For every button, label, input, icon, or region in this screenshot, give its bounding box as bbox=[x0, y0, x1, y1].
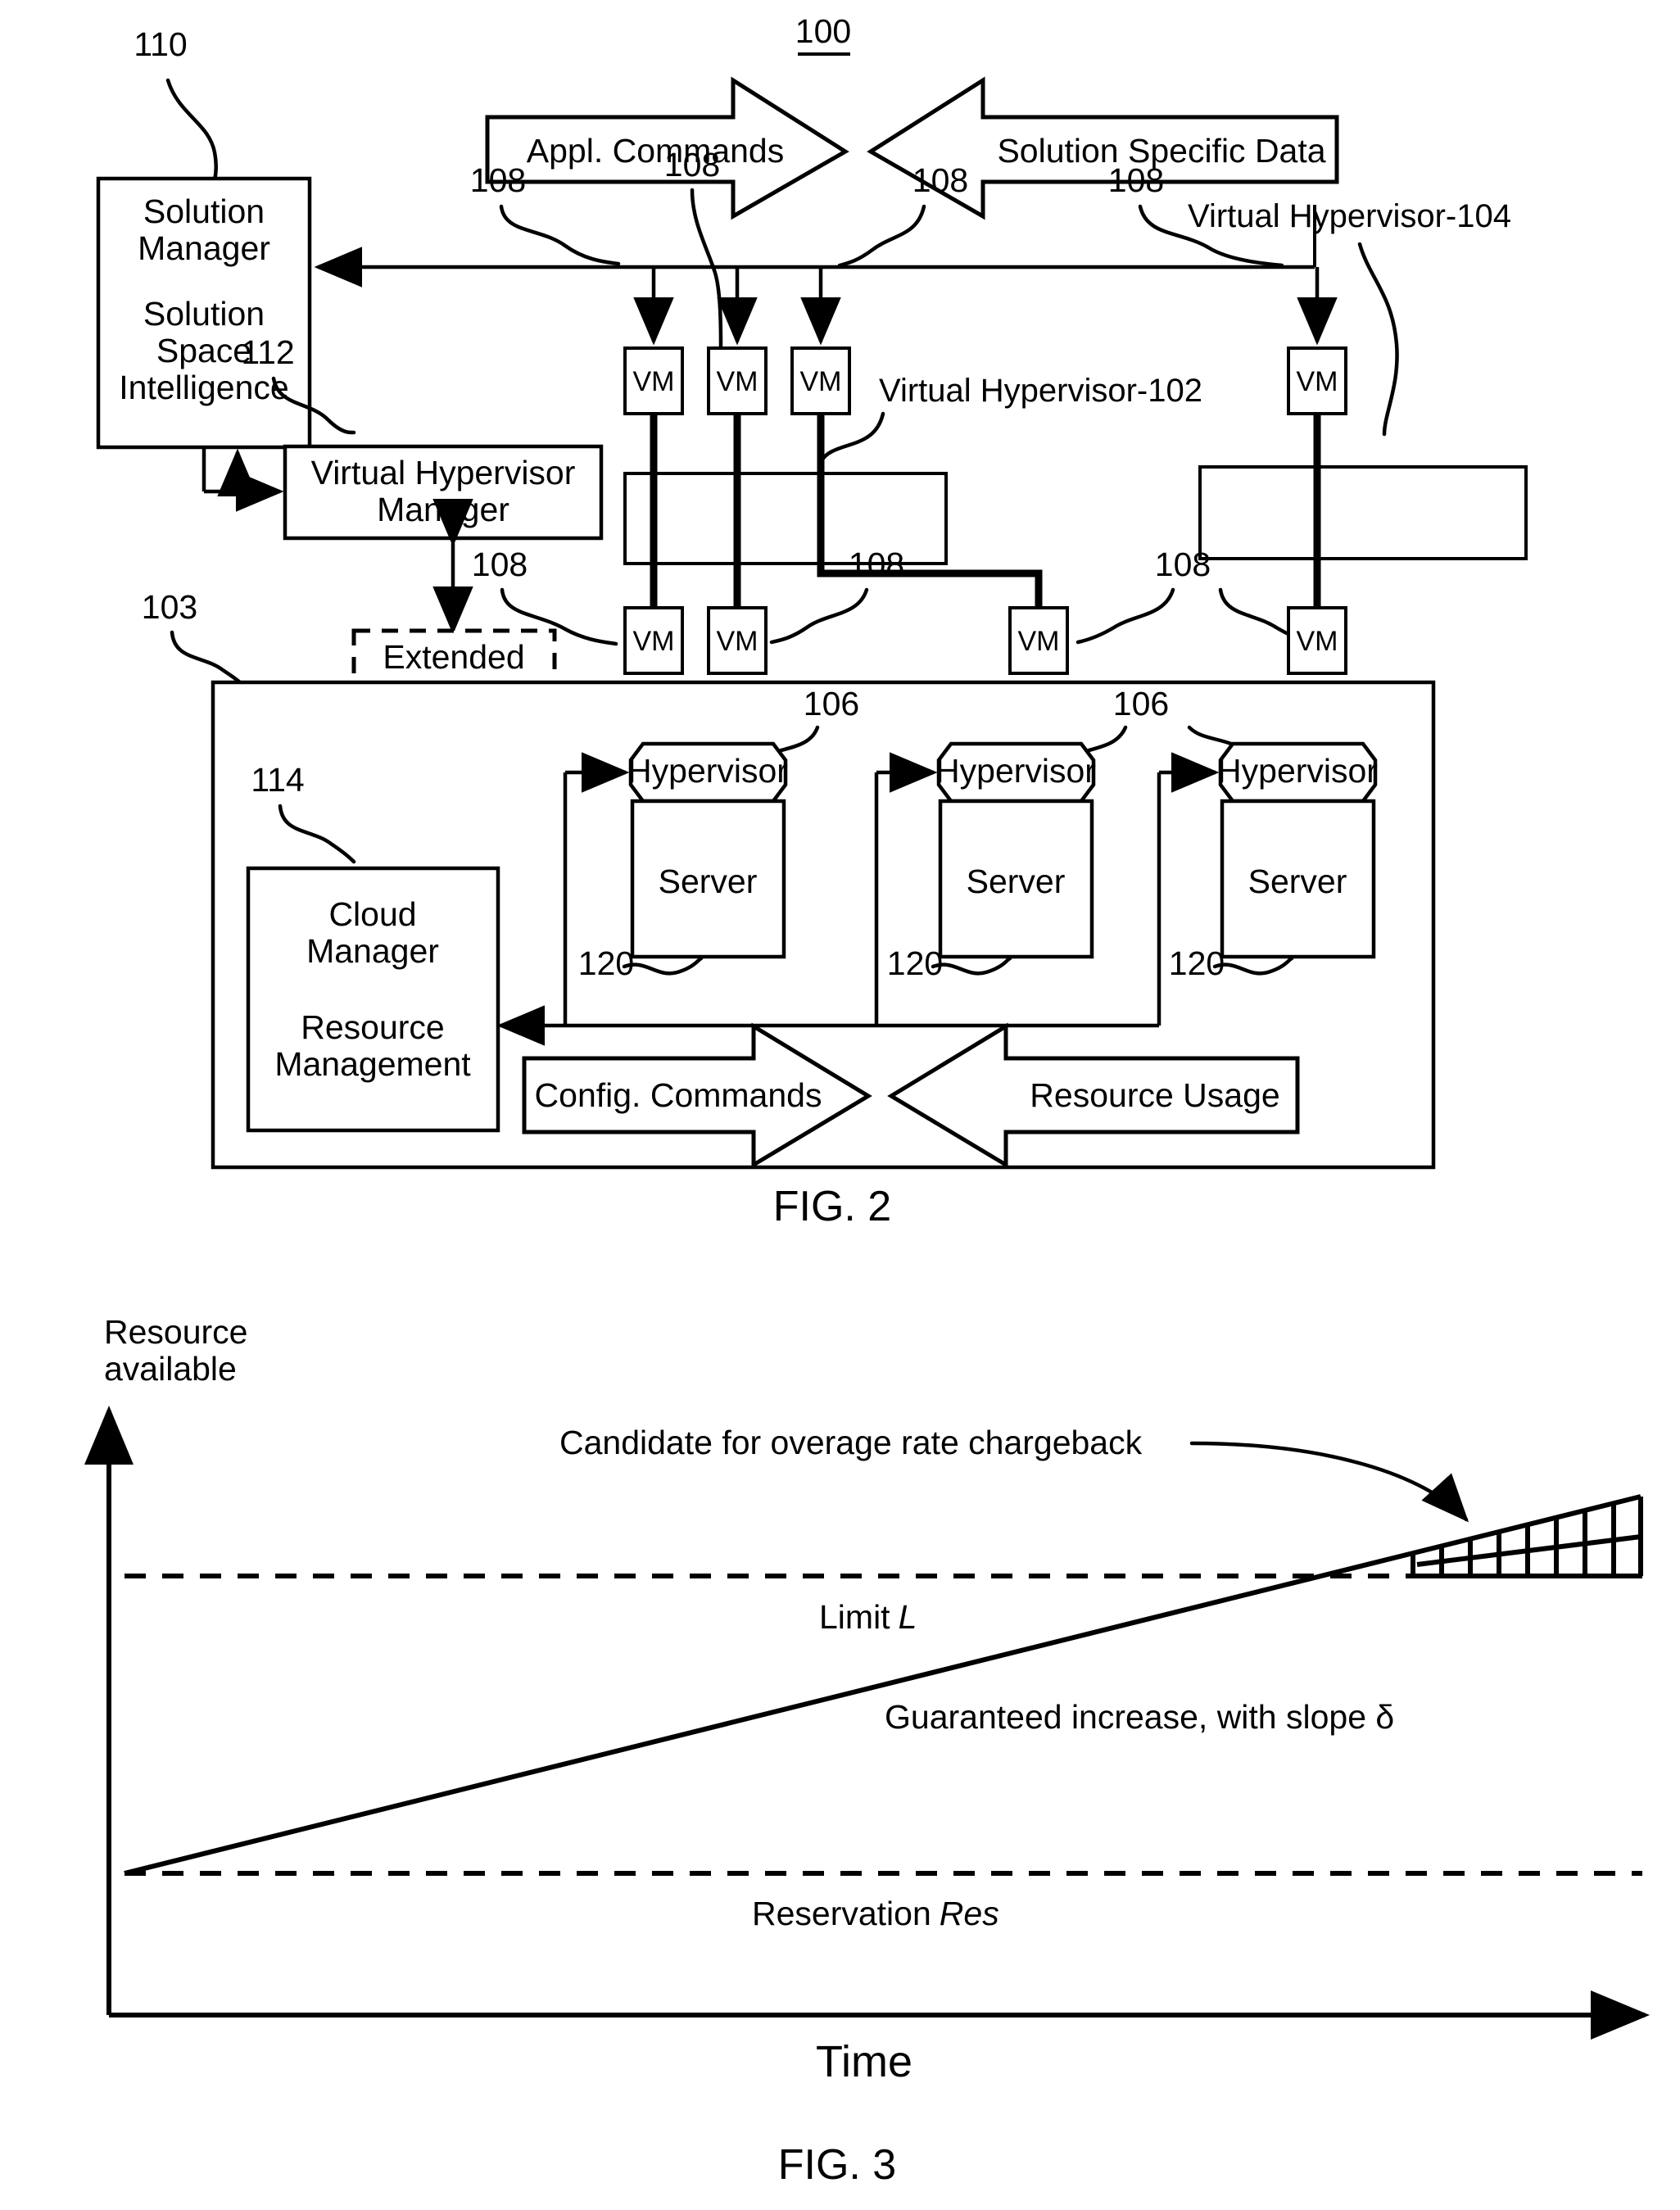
ref-108-g: 108 bbox=[849, 546, 904, 583]
leader-108-h bbox=[1075, 587, 1175, 645]
candidate-callout-label: Candidate for overage rate chargeback bbox=[559, 1424, 1143, 1461]
patent-figure-page: 110 100 Solution Manager Solution Space … bbox=[0, 0, 1680, 2210]
ref-108-c: 108 bbox=[912, 161, 968, 199]
figure3-caption: FIG. 3 bbox=[778, 2141, 896, 2189]
solution-space-line3: Intelligence bbox=[119, 369, 288, 406]
solution-manager-line1: Solution bbox=[143, 192, 265, 230]
vm-label-bottom-2: VM bbox=[717, 626, 758, 657]
server-label-1: Server bbox=[659, 863, 758, 900]
vhm-line1: Virtual Hypervisor bbox=[311, 454, 576, 491]
leader-108-g bbox=[769, 587, 869, 645]
vm-label-top-2: VM bbox=[717, 366, 758, 397]
resource-usage-label: Resource Usage bbox=[1030, 1076, 1279, 1114]
ref-120-3: 120 bbox=[1169, 944, 1225, 982]
ref-108-d: 108 bbox=[1108, 161, 1164, 199]
vm-label-bottom-4: VM bbox=[1297, 626, 1338, 657]
reservation-label: Reservation Res bbox=[752, 1895, 999, 1932]
cloud-manager-line2: Manager bbox=[306, 932, 439, 970]
ref-103: 103 bbox=[142, 588, 197, 626]
ref-106-1: 106 bbox=[804, 685, 859, 722]
ref-108-e: 108 bbox=[472, 546, 528, 583]
vhm-line2: Manager bbox=[377, 491, 509, 528]
solution-space-line1: Solution bbox=[143, 295, 265, 333]
ref-112: 112 bbox=[241, 333, 294, 371]
figure2-caption: FIG. 2 bbox=[773, 1183, 891, 1230]
virtual-hypervisor-104-bar[interactable] bbox=[1198, 465, 1528, 560]
vm-label-bottom-3: VM bbox=[1018, 626, 1060, 657]
ref-108-a: 108 bbox=[470, 161, 526, 199]
resource-mgmt-line1: Resource bbox=[301, 1008, 444, 1046]
hypervisor-label-3: Hypervisor bbox=[1217, 752, 1378, 790]
x-axis-label: Time bbox=[816, 2037, 912, 2086]
ref-108-h: 108 bbox=[1155, 546, 1211, 583]
vm-label-top-4: VM bbox=[1297, 366, 1338, 397]
leader-vh102 bbox=[817, 411, 885, 476]
server-label-3: Server bbox=[1248, 863, 1347, 900]
hypervisor-label-1: Hypervisor bbox=[627, 752, 788, 790]
vm-label-bottom-1: VM bbox=[633, 626, 675, 657]
leader-110 bbox=[165, 78, 219, 183]
config-commands-label: Config. Commands bbox=[535, 1076, 822, 1114]
ref-120-2: 120 bbox=[887, 944, 943, 982]
hypervisor-label-2: Hypervisor bbox=[935, 752, 1096, 790]
virtual-hypervisor-102-label: Virtual Hypervisor-102 bbox=[879, 373, 1202, 409]
appl-commands-label: Appl. Commands bbox=[527, 132, 784, 170]
virtual-hypervisor-104-label: Virtual Hypervisor-104 bbox=[1188, 198, 1511, 234]
vm-label-top-1: VM bbox=[633, 366, 675, 397]
ref-114: 114 bbox=[251, 761, 304, 799]
slope-label: Guaranteed increase, with slope δ bbox=[885, 1698, 1394, 1736]
ref-108-b: 108 bbox=[664, 146, 720, 183]
figure-canvas: 110 100 Solution Manager Solution Space … bbox=[84, 12, 1650, 2189]
ref-120-1: 120 bbox=[578, 944, 634, 982]
candidate-callout-leader bbox=[1189, 1441, 1469, 1523]
leader-vh104 bbox=[1357, 242, 1399, 437]
solution-space-line2: Space bbox=[156, 332, 251, 369]
y-axis-label-line2: available bbox=[104, 1350, 237, 1388]
y-axis-label-line1: Resource bbox=[104, 1313, 247, 1351]
ref-106-2: 106 bbox=[1113, 685, 1169, 722]
extended-api-line1: Extended bbox=[383, 638, 524, 676]
solution-manager-line2: Manager bbox=[138, 229, 270, 267]
ref-110: 110 bbox=[134, 25, 187, 63]
overage-hatched-region bbox=[1411, 1497, 1643, 1578]
vm-label-top-3: VM bbox=[800, 366, 842, 397]
leader-108-a bbox=[499, 204, 621, 266]
ref-100: 100 bbox=[795, 12, 851, 50]
leader-108-c bbox=[837, 204, 926, 268]
cloud-manager-line1: Cloud bbox=[328, 895, 416, 933]
limit-label: Limit L bbox=[819, 1598, 917, 1636]
leader-103 bbox=[170, 630, 243, 686]
server-label-2: Server bbox=[967, 863, 1066, 900]
resource-mgmt-line2: Management bbox=[274, 1045, 471, 1083]
